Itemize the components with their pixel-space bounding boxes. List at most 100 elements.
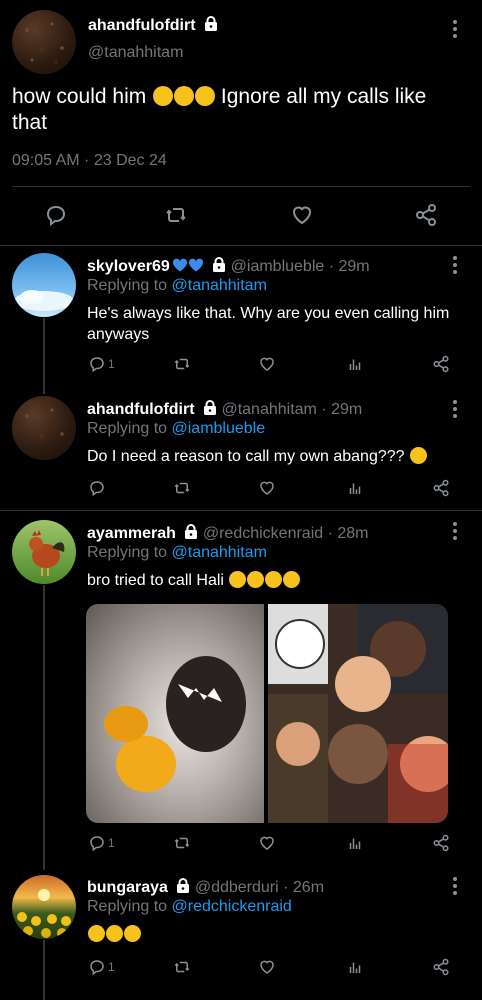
like-button[interactable] [290, 203, 314, 232]
mention-link[interactable]: @redchickenraid [172, 898, 292, 915]
display-name[interactable]: ahandfulofdirt [87, 401, 195, 418]
more-vertical-icon[interactable] [452, 20, 458, 40]
mention-link[interactable]: @iamblueble [172, 420, 266, 437]
analytics-button[interactable] [346, 355, 364, 373]
display-name[interactable]: ahandfulofdirt [88, 17, 196, 34]
more-vertical-icon[interactable] [452, 400, 458, 420]
rofl-emoji [265, 571, 283, 588]
rofl-emoji [247, 571, 265, 588]
reply-text: bro tried to call Hali [87, 570, 452, 591]
like-button[interactable] [258, 834, 276, 852]
reply-button[interactable]: 1 [88, 958, 115, 976]
grinning-sweat-emoji [124, 925, 141, 942]
analytics-button[interactable] [346, 958, 364, 976]
reply-text: He's always like that. Why are you even … [87, 305, 450, 343]
replying-to: Replying to @tanahhitam [87, 544, 267, 561]
crying-face-emoji [153, 86, 174, 106]
like-button[interactable] [258, 479, 276, 497]
action-bar: 1 [80, 834, 458, 858]
like-button[interactable] [258, 355, 276, 373]
analytics-icon [349, 483, 361, 494]
sunflower-field-image [17, 889, 71, 938]
time-ago: · 29m [321, 401, 363, 418]
display-name-row: ahandfulofdirt [88, 16, 218, 35]
disappointed-face-emoji [174, 86, 195, 106]
action-bar: 1 [80, 355, 458, 379]
avatar[interactable] [12, 10, 76, 74]
like-button[interactable] [258, 958, 276, 976]
unamused-face-emoji [410, 447, 427, 464]
more-vertical-icon[interactable] [452, 256, 458, 276]
lock-icon [177, 878, 190, 893]
more-vertical-icon[interactable] [452, 877, 458, 897]
thread-line [43, 585, 45, 870]
analytics-icon [349, 838, 361, 849]
media-grid[interactable] [86, 604, 448, 823]
action-bar: 1 [80, 958, 458, 982]
share-icon [433, 834, 449, 852]
soil-texture [25, 408, 64, 439]
share-button[interactable] [432, 834, 450, 852]
retweet-button[interactable] [173, 479, 191, 497]
analytics-button[interactable] [346, 834, 364, 852]
retweet-button[interactable] [173, 834, 191, 852]
reply-button[interactable]: 1 [88, 834, 115, 852]
lock-icon [205, 16, 217, 31]
avatar[interactable] [12, 253, 76, 317]
handle[interactable]: @redchickenraid [203, 525, 323, 542]
reply-icon [90, 960, 104, 976]
retweet-button[interactable] [173, 958, 191, 976]
blue-heart-icon [188, 258, 204, 272]
lock-icon [213, 257, 226, 272]
analytics-button[interactable] [346, 479, 364, 497]
mention-link[interactable]: @tanahhitam [172, 544, 267, 561]
retweet-icon [174, 837, 190, 849]
lock-icon [204, 400, 216, 415]
display-name[interactable]: skylover69 [87, 258, 170, 275]
share-button[interactable] [414, 203, 438, 232]
display-name[interactable]: ayammerah [87, 525, 176, 542]
action-bar [80, 479, 458, 503]
time-ago: · 28m [327, 525, 369, 542]
display-name[interactable]: bungaraya [87, 879, 168, 896]
avatar[interactable] [12, 875, 76, 939]
heart-icon [260, 960, 274, 974]
handle[interactable]: @tanahhitam [221, 401, 316, 418]
handle[interactable]: @iamblueble [231, 258, 325, 275]
share-button[interactable] [432, 479, 450, 497]
reply-button[interactable]: 1 [88, 355, 115, 373]
reply-button[interactable] [88, 479, 106, 497]
reply-button[interactable] [44, 203, 68, 232]
mention-link[interactable]: @tanahhitam [172, 277, 267, 294]
tweet-text: how could him Ignore all my calls like t… [12, 85, 427, 134]
avatar[interactable] [12, 520, 76, 584]
share-icon [433, 479, 449, 497]
cat-photo [104, 656, 246, 792]
heart-icon [260, 836, 274, 850]
time-ago: · 29m [328, 258, 370, 275]
retweet-button[interactable] [164, 203, 188, 232]
reply-text [87, 924, 452, 945]
laughing-cat-image[interactable] [86, 604, 264, 823]
lock-icon [185, 524, 198, 539]
grinning-sweat-emoji [106, 925, 123, 942]
reply-header: skylover69 @iamblueble · 29m [87, 257, 442, 276]
collage-photo [268, 604, 448, 823]
avatar[interactable] [12, 396, 76, 460]
laughing-faces-collage-image[interactable] [268, 604, 448, 823]
share-icon [433, 958, 449, 976]
blue-heart-icon [172, 258, 188, 272]
share-button[interactable] [432, 958, 450, 976]
more-vertical-icon[interactable] [452, 522, 458, 542]
share-button[interactable] [432, 355, 450, 373]
reply-header: ayammerah @redchickenraid · 28m [87, 524, 442, 543]
heart-icon [260, 481, 274, 495]
rofl-emoji [229, 571, 247, 588]
reply-icon [46, 205, 66, 226]
retweet-button[interactable] [173, 355, 191, 373]
reply-icon [90, 481, 104, 497]
soil-texture [25, 22, 64, 64]
thread-line [43, 318, 45, 394]
handle[interactable]: @tanahhitam [88, 44, 183, 62]
handle[interactable]: @ddberduri [195, 879, 279, 896]
